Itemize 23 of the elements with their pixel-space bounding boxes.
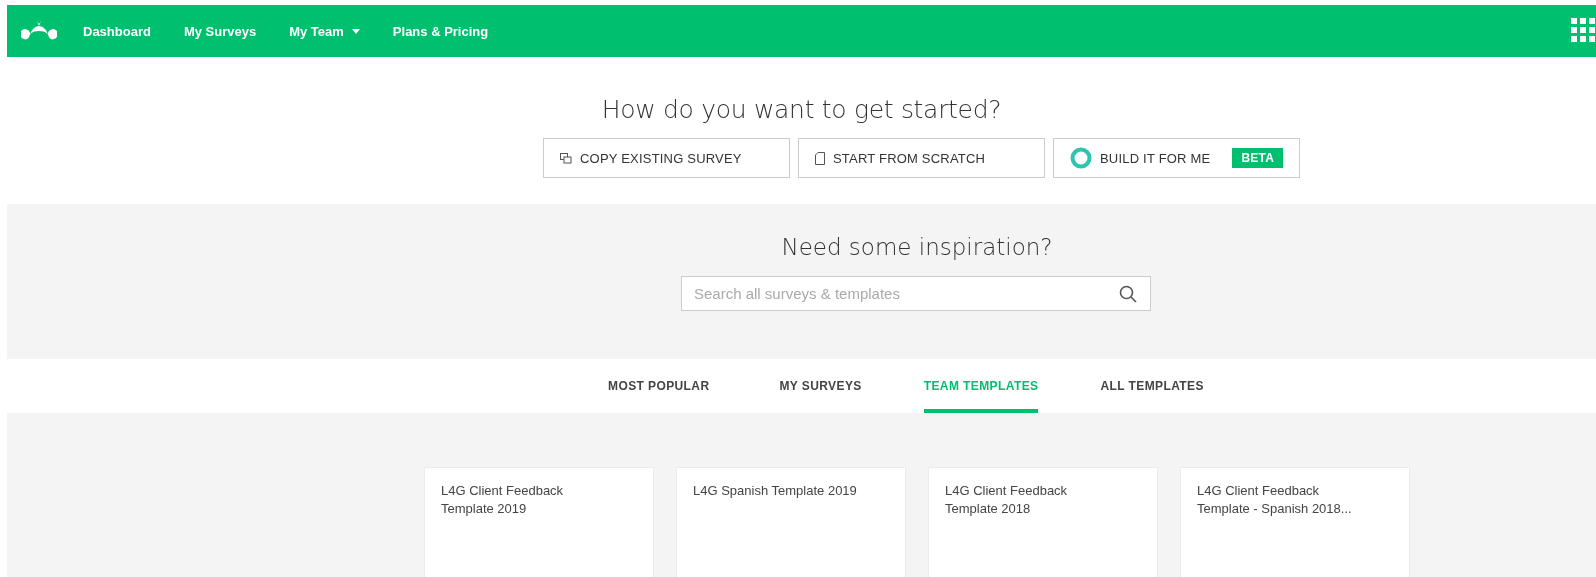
template-card[interactable]: L4G Client Feedback Template 2019 (424, 467, 654, 577)
option-button[interactable]: START FROM SCRATCH (798, 138, 1045, 178)
tab[interactable]: MY SURVEYS (771, 359, 870, 413)
apps-grid-icon[interactable] (1570, 18, 1596, 44)
section-heading: How do you want to get started? (601, 94, 1002, 124)
ring-icon (1070, 147, 1092, 169)
template-title: L4G Spanish Template 2019 (693, 482, 858, 500)
option-button[interactable]: BUILD IT FOR ME BETA (1053, 138, 1300, 178)
search-icon[interactable] (1119, 285, 1137, 303)
beta-badge: BETA (1232, 148, 1283, 168)
template-title: L4G Client Feedback Template 2018 (945, 482, 1069, 518)
tab[interactable]: MOST POPULAR (600, 359, 718, 413)
search-field[interactable]: Search all surveys & templates (681, 276, 1151, 311)
copy-icon (560, 152, 572, 164)
template-title: L4G Client Feedback Template - Spanish 2018... (1197, 482, 1353, 518)
section-heading: Need some inspiration? (780, 233, 1054, 260)
template-card[interactable]: L4G Client Feedback Template - Spanish 2018... (1180, 467, 1410, 577)
option-button[interactable]: COPY EXISTING SURVEY (543, 138, 790, 178)
template-card[interactable]: L4G Spanish Template 2019 (676, 467, 906, 577)
template-title: L4G Client Feedback Template 2019 (441, 482, 565, 518)
template-card[interactable]: L4G Client Feedback Template 2018 (928, 467, 1158, 577)
page-icon (815, 151, 825, 165)
tab[interactable]: ALL TEMPLATES (1092, 359, 1212, 413)
